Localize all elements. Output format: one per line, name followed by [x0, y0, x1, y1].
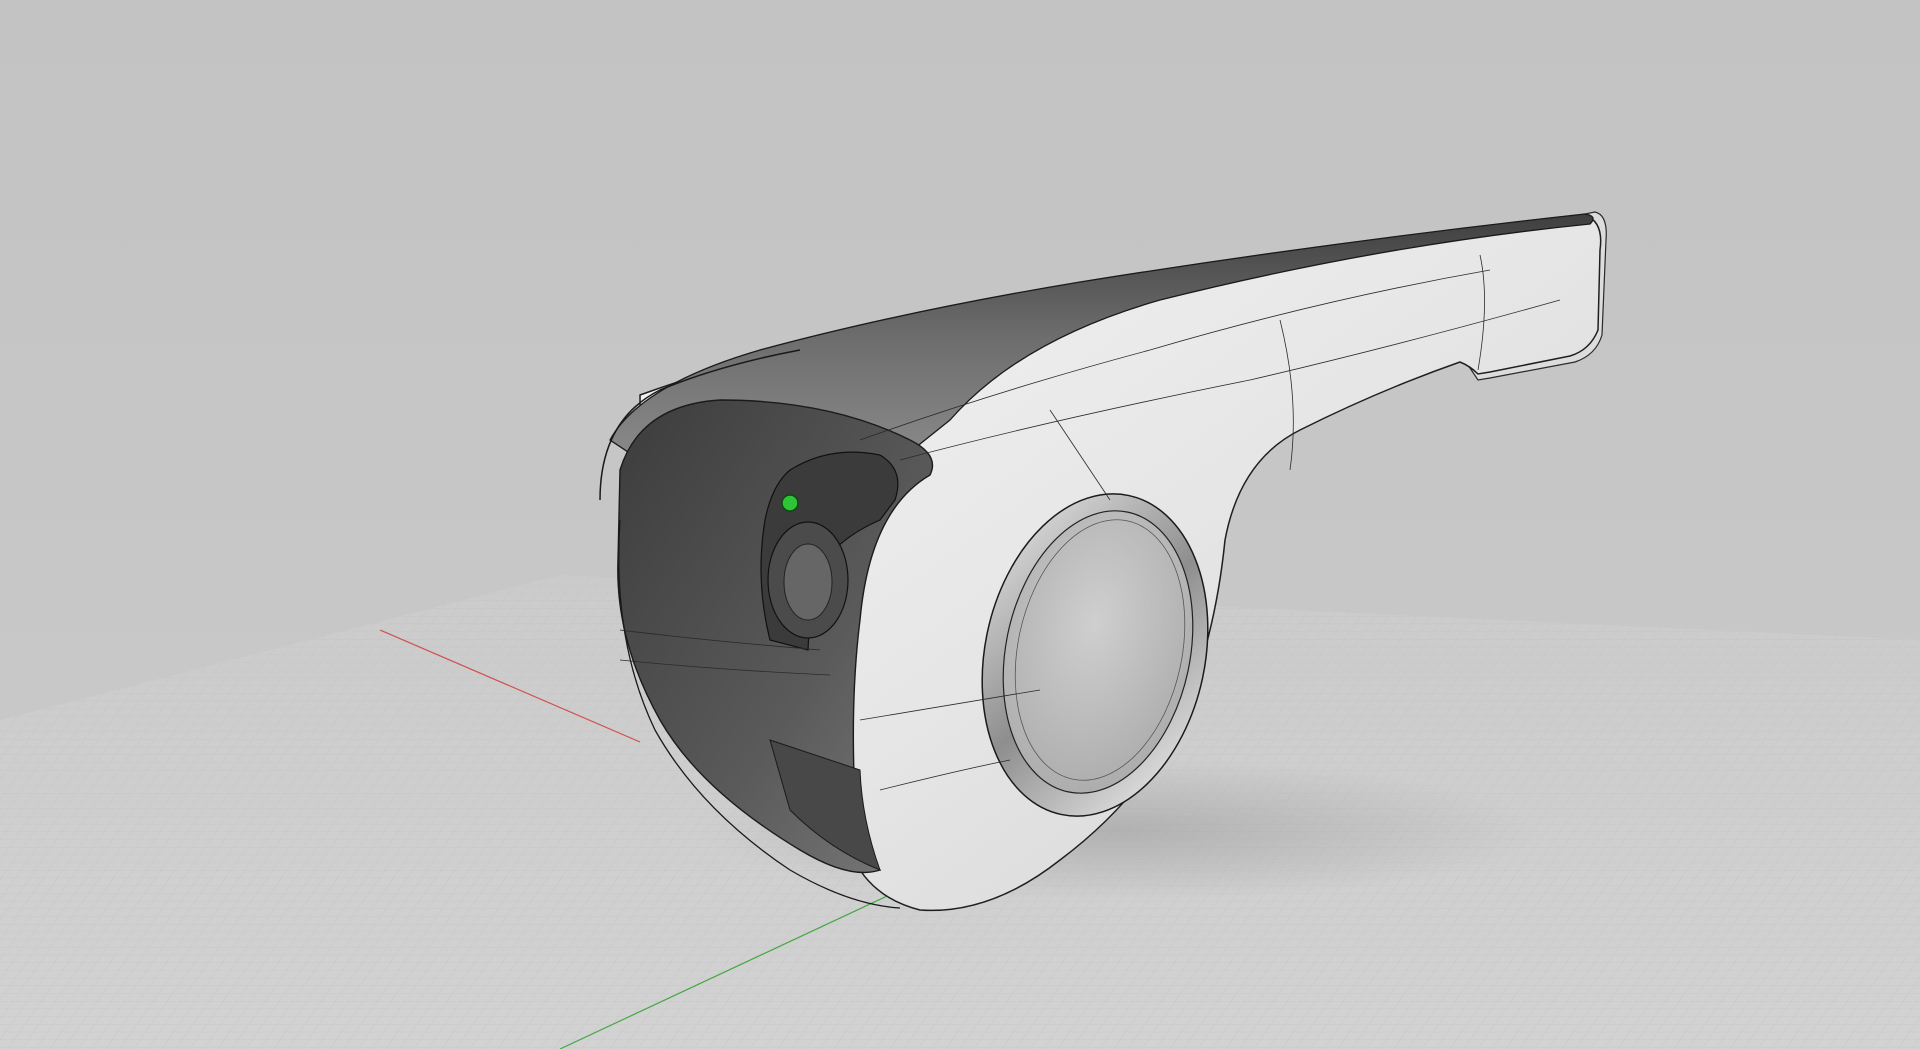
3d-viewport[interactable]: [0, 0, 1920, 1049]
indicator-light-icon: [781, 494, 799, 512]
viewport-canvas[interactable]: [0, 0, 1920, 1049]
lens-glass: [783, 543, 833, 621]
